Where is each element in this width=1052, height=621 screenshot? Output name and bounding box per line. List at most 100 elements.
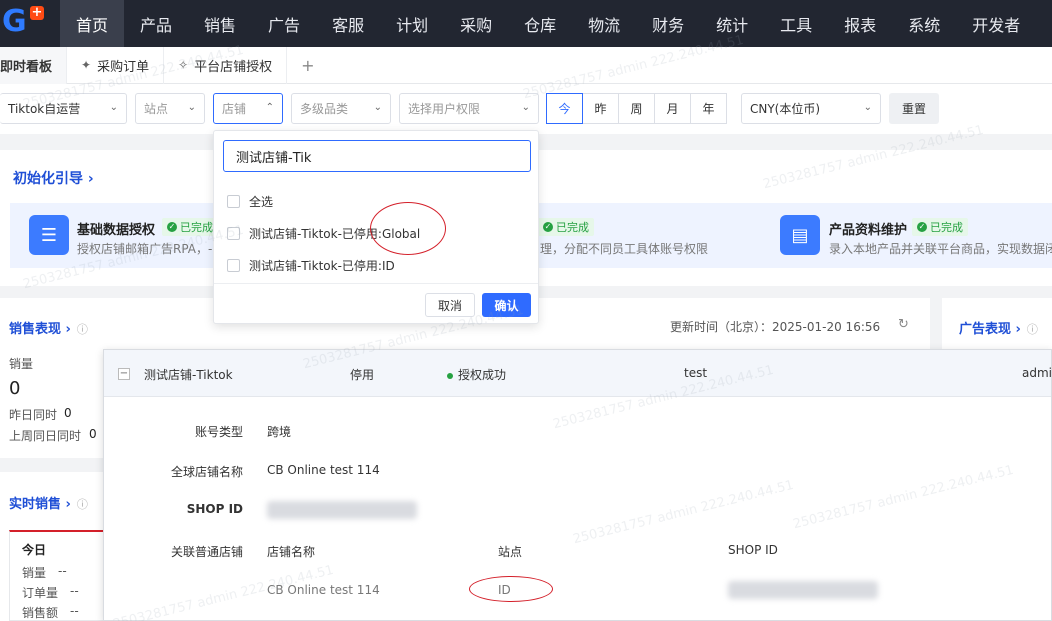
page-tabs: 即时看板 ✦ 采购订单 ✧ 平台店铺授权 + — [0, 46, 1052, 84]
account-type-value: 跨境 — [267, 425, 292, 439]
tab-realtime-board[interactable]: 即时看板 — [0, 46, 68, 84]
help-icon[interactable]: ⓘ — [77, 498, 88, 511]
status-badge: ✓ 已完成 — [538, 218, 594, 236]
collapse-icon[interactable]: − — [118, 368, 130, 380]
rt-value: -- — [70, 584, 79, 598]
period-yesterday[interactable]: 昨 — [582, 93, 619, 124]
init-guide-title[interactable]: 初始化引导 › — [13, 168, 94, 188]
step-title: 产品资料维护 — [829, 223, 908, 238]
add-tab-button[interactable]: + — [287, 47, 328, 84]
ad-performance-title[interactable]: 广告表现 › ⓘ — [959, 318, 1038, 337]
platform-select[interactable]: Tiktok自运营 ⌄ — [0, 93, 127, 124]
tab-purchase-orders[interactable]: ✦ 采购订单 — [67, 46, 165, 84]
sales-performance-title[interactable]: 销售表现 › ⓘ — [9, 318, 88, 337]
realtime-sales-label: 实时销售 › — [9, 497, 71, 512]
tab-label: 平台店铺授权 — [194, 59, 273, 75]
sales-performance-label: 销售表现 › — [9, 322, 71, 337]
option-label: 全选 — [249, 195, 274, 209]
platform-value: Tiktok自运营 — [8, 102, 81, 116]
option-shop-id[interactable]: 测试店铺-Tiktok-已停用:ID — [227, 257, 395, 274]
tab-shop-authorization[interactable]: ✧ 平台店铺授权 — [164, 46, 288, 84]
global-shop-value: CB Online test 114 — [267, 463, 380, 477]
chevron-down-icon: ⌄ — [863, 102, 872, 113]
shop-name: 测试店铺-Tiktok — [144, 368, 233, 382]
user-permission-placeholder: 选择用户权限 — [408, 102, 481, 116]
nav-item-system[interactable]: 系统 — [892, 0, 956, 47]
period-month[interactable]: 月 — [654, 93, 691, 124]
logo[interactable]: G + — [0, 0, 60, 47]
status-text: 已完成 — [556, 221, 589, 234]
yesterday-value: 0 — [64, 406, 72, 420]
shop-search-input[interactable]: 测试店铺-Tik — [223, 140, 531, 172]
rt-value: -- — [58, 564, 67, 578]
currency-select[interactable]: CNY(本位币) ⌄ — [741, 93, 881, 124]
category-select[interactable]: 多级品类 ⌄ — [291, 93, 391, 124]
option-shop-global[interactable]: 测试店铺-Tiktok-已停用:Global — [227, 225, 420, 242]
pin-outline-icon[interactable]: ✧ — [178, 58, 188, 72]
checkbox[interactable] — [227, 259, 240, 272]
option-label: 测试店铺-Tiktok-已停用:Global — [249, 227, 421, 241]
account-type-label: 账号类型 — [194, 425, 243, 439]
pin-icon[interactable]: ✦ — [81, 58, 91, 72]
period-week[interactable]: 周 — [618, 93, 655, 124]
nav-item-plan[interactable]: 计划 — [380, 0, 444, 47]
period-year[interactable]: 年 — [690, 93, 727, 124]
col-shop-id: SHOP ID — [728, 543, 778, 557]
check-icon: ✓ — [167, 222, 177, 232]
lastweek-label: 上周同日同时 — [9, 429, 82, 443]
help-icon[interactable]: ⓘ — [77, 323, 88, 336]
help-icon[interactable]: ⓘ — [1027, 323, 1038, 336]
option-select-all[interactable]: 全选 — [227, 193, 273, 210]
tab-label: 即时看板 — [0, 59, 53, 75]
document-icon: ▤ — [780, 215, 820, 255]
checkbox[interactable] — [227, 227, 240, 240]
currency-value: CNY(本位币) — [750, 102, 821, 116]
nav-item-home[interactable]: 首页 — [60, 0, 125, 47]
site-select[interactable]: 站点 ⌄ — [135, 93, 205, 124]
user-permission-select[interactable]: 选择用户权限 ⌄ — [399, 93, 539, 124]
status-text: 已完成 — [930, 221, 963, 234]
reset-button[interactable]: 重置 — [889, 93, 939, 124]
status-dot-icon — [447, 372, 453, 379]
chevron-down-icon: ⌄ — [521, 102, 530, 113]
nav-item-finance[interactable]: 财务 — [636, 0, 700, 47]
col-shop-name: 店铺名称 — [267, 545, 316, 559]
status-badge: ✓ 已完成 — [162, 218, 218, 236]
rt-label: 订单量 — [22, 586, 59, 600]
rt-label: 销售额 — [22, 606, 59, 620]
realtime-sales-title[interactable]: 实时销售 › ⓘ — [9, 493, 88, 512]
check-icon: ✓ — [917, 222, 927, 232]
status-badge: ✓ 已完成 — [912, 218, 968, 236]
nav-item-stats[interactable]: 统计 — [700, 0, 764, 47]
period-toggle: 今 昨 周 月 年 — [546, 93, 727, 124]
shop-id-label: SHOP ID — [186, 502, 243, 516]
period-today[interactable]: 今 — [546, 93, 583, 124]
status-text: 已完成 — [180, 221, 213, 234]
step-title: 基础数据授权 — [77, 223, 156, 238]
metric-label: 销量 — [9, 357, 34, 371]
checkbox[interactable] — [227, 195, 240, 208]
cancel-button[interactable]: 取消 — [425, 293, 475, 317]
refresh-icon[interactable]: ↻ — [898, 317, 909, 332]
nav-item-product[interactable]: 产品 — [124, 0, 188, 47]
shop-select[interactable]: 店铺 ⌃ — [213, 93, 283, 124]
nav-item-logistics[interactable]: 物流 — [572, 0, 636, 47]
category-placeholder: 多级品类 — [300, 102, 349, 116]
nav-item-service[interactable]: 客服 — [316, 0, 380, 47]
logo-g-icon: G — [2, 4, 27, 39]
option-label: 测试店铺-Tiktok-已停用:ID — [249, 259, 395, 273]
nav-item-warehouse[interactable]: 仓库 — [508, 0, 572, 47]
nav-item-sales[interactable]: 销售 — [188, 0, 252, 47]
linked-site: ID — [498, 583, 511, 597]
nav-item-developer[interactable]: 开发者 — [956, 0, 1036, 47]
nav-item-purchase[interactable]: 采购 — [444, 0, 508, 47]
shop-id-redacted — [267, 501, 417, 519]
check-icon: ✓ — [543, 222, 553, 232]
nav-item-ads[interactable]: 广告 — [252, 0, 316, 47]
nav-item-reports[interactable]: 报表 — [828, 0, 892, 47]
confirm-button[interactable]: 确认 — [482, 293, 531, 317]
today-label: 今日 — [22, 543, 47, 557]
logo-plus-icon: + — [30, 5, 44, 20]
panel-header-row: − 测试店铺-Tiktok 停用 授权成功 test admi — [104, 350, 1052, 397]
nav-item-tools[interactable]: 工具 — [764, 0, 828, 47]
